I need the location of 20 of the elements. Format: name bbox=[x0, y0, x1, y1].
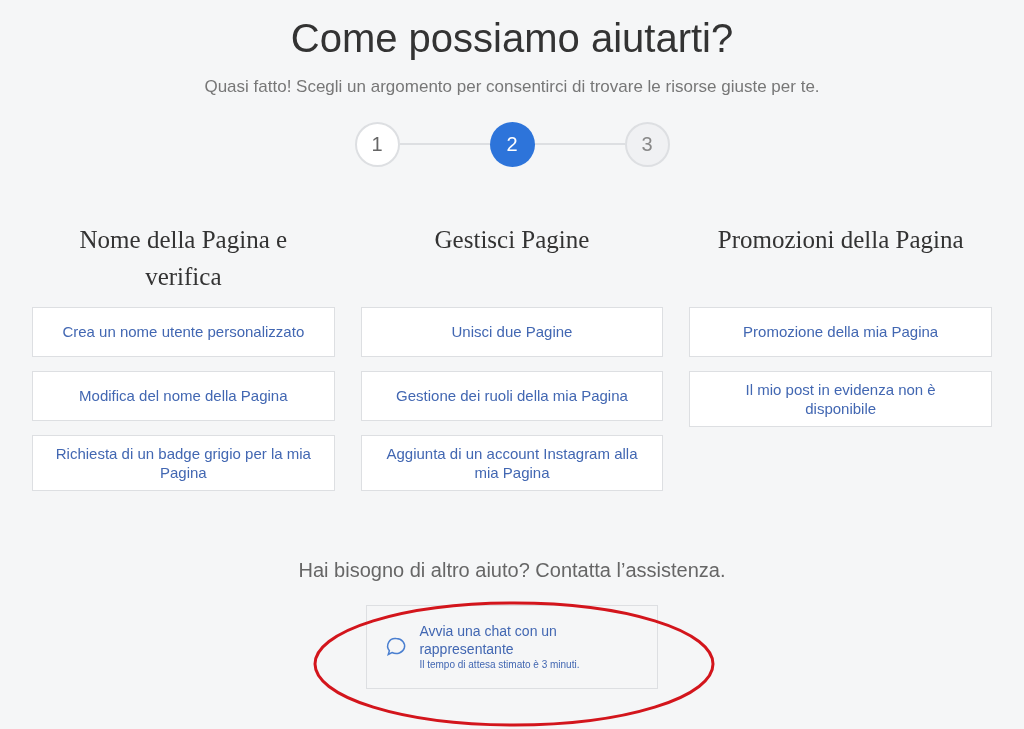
page-subtitle: Quasi fatto! Scegli un argomento per consentirci di trovare le risorse giuste per te. bbox=[204, 76, 820, 98]
column-heading: Nome della Pagina e verifica bbox=[78, 224, 289, 292]
topic-link[interactable]: Modifica del nome della Pagina bbox=[32, 370, 335, 421]
topic-link[interactable]: Gestione dei ruoli della mia Pagina bbox=[360, 370, 664, 421]
help-text: Hai bisogno di altro aiuto? Contatta l’assistenza. bbox=[298, 557, 726, 583]
chat-title: Avvia una chat con un rappresentante bbox=[419, 621, 558, 658]
topic-link[interactable]: Promozione della mia Pagina bbox=[689, 306, 992, 357]
topic-link[interactable]: Aggiunta di un account Instagram alla mia Pagina bbox=[360, 434, 664, 491]
page-title: Come possiamo aiutarti? bbox=[290, 15, 734, 62]
wait-time-note: Il tempo di attesa stimato è 3 minuti. bbox=[419, 657, 581, 672]
column-heading: Gestisci Pagine bbox=[433, 224, 591, 255]
topic-link[interactable]: Richiesta di un badge grigio per la mia Pagina bbox=[32, 434, 335, 491]
step-indicator: 3 bbox=[624, 121, 670, 167]
topic-link[interactable]: Il mio post in evidenza non è disponibile bbox=[689, 370, 992, 427]
chat-card[interactable]: Avvia una chat con un rappresentante Il tempo di attesa stimato è 3 minuti. bbox=[366, 604, 658, 689]
topic-link[interactable]: Crea un nome utente personalizzato bbox=[32, 306, 335, 357]
column-heading: Promozioni della Pagina bbox=[716, 224, 965, 255]
topic-link[interactable]: Unisci due Pagine bbox=[360, 306, 664, 357]
step-indicator: 1 bbox=[354, 121, 400, 167]
step-indicator: 2 bbox=[489, 121, 535, 167]
